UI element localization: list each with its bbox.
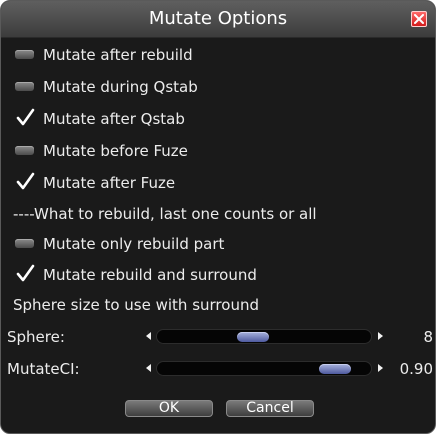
- option-mutate-only-rebuild-part[interactable]: Mutate only rebuild part: [15, 233, 224, 255]
- checkbox[interactable]: [15, 145, 35, 157]
- arrow-left-icon[interactable]: [146, 332, 151, 340]
- mutateci-slider-row: MutateCI: 0.90: [1, 358, 435, 380]
- option-label: Mutate before Fuze: [43, 142, 188, 160]
- option-label: Mutate after Qstab: [43, 110, 185, 128]
- checkmark-icon: [16, 108, 35, 126]
- checkbox[interactable]: [15, 238, 35, 250]
- option-mutate-after-qstab[interactable]: Mutate after Qstab: [15, 108, 185, 130]
- checkbox-box: [15, 146, 34, 155]
- slider-thumb[interactable]: [237, 332, 270, 342]
- ok-button[interactable]: OK: [125, 400, 213, 417]
- option-mutate-after-fuze[interactable]: Mutate after Fuze: [15, 172, 175, 194]
- checkbox[interactable]: [15, 264, 35, 282]
- checkbox-box: [15, 82, 34, 91]
- sphere-heading: Sphere size to use with surround: [13, 296, 259, 314]
- sphere-slider[interactable]: [156, 329, 372, 344]
- slider-label: MutateCI:: [7, 360, 80, 378]
- checkbox[interactable]: [15, 108, 35, 126]
- dialog-title: Mutate Options: [148, 8, 288, 29]
- rebuild-heading: ----What to rebuild, last one counts or …: [13, 205, 317, 223]
- option-label: Mutate during Qstab: [43, 78, 198, 96]
- slider-label: Sphere:: [7, 328, 65, 346]
- checkmark-icon: [16, 264, 35, 282]
- option-label: Mutate rebuild and surround: [43, 266, 257, 284]
- close-icon: [414, 14, 424, 24]
- option-label: Mutate after Fuze: [43, 174, 176, 192]
- arrow-right-icon[interactable]: [378, 332, 383, 340]
- slider-value: 0.90: [399, 360, 433, 378]
- checkmark-icon: [16, 172, 35, 190]
- title-bar[interactable]: Mutate Options: [1, 1, 435, 38]
- mutateci-slider[interactable]: [156, 361, 372, 376]
- arrow-right-icon[interactable]: [378, 364, 383, 372]
- checkbox-box: [15, 50, 34, 59]
- checkbox[interactable]: [15, 172, 35, 190]
- option-label: Mutate after rebuild: [43, 46, 193, 64]
- option-mutate-during-qstab[interactable]: Mutate during Qstab: [15, 76, 198, 98]
- option-mutate-before-fuze[interactable]: Mutate before Fuze: [15, 140, 188, 162]
- option-mutate-after-rebuild[interactable]: Mutate after rebuild: [15, 44, 193, 66]
- cancel-button[interactable]: Cancel: [226, 400, 314, 417]
- slider-value: 8: [423, 328, 433, 346]
- close-button[interactable]: [411, 11, 427, 27]
- checkbox[interactable]: [15, 81, 35, 93]
- option-mutate-rebuild-and-surround[interactable]: Mutate rebuild and surround: [15, 264, 257, 286]
- mutate-options-dialog: Mutate Options Mutate after rebuild Muta…: [0, 0, 436, 434]
- option-label: Mutate only rebuild part: [43, 235, 225, 253]
- checkbox[interactable]: [15, 49, 35, 61]
- checkbox-box: [15, 239, 34, 248]
- arrow-left-icon[interactable]: [146, 364, 151, 372]
- slider-thumb[interactable]: [319, 364, 352, 374]
- sphere-slider-row: Sphere: 8: [1, 326, 435, 348]
